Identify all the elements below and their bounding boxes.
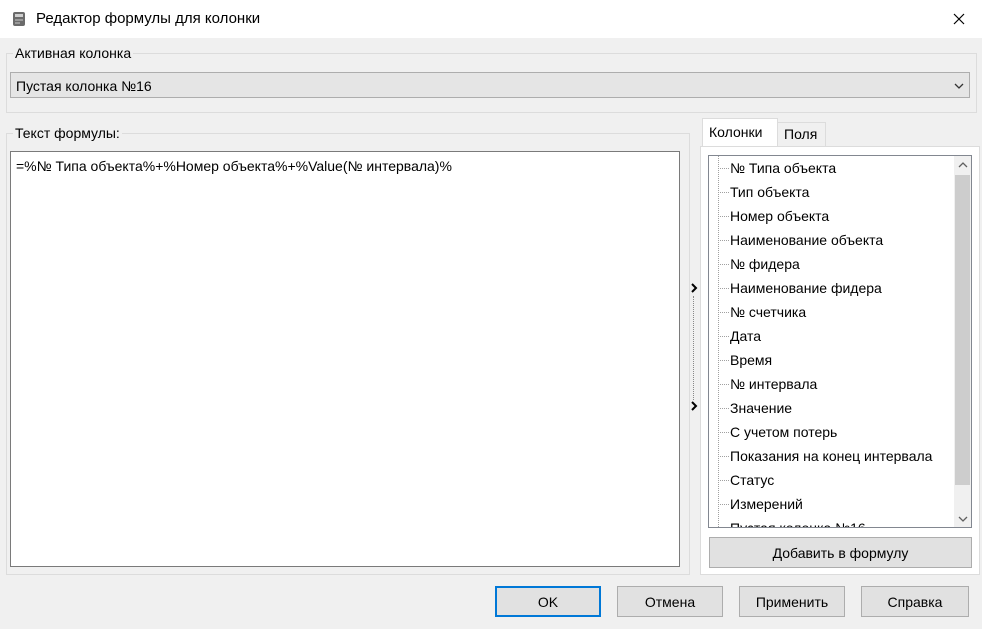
tree-item-label: Наименование фидера <box>730 280 882 296</box>
tree-item-label: Номер объекта <box>730 208 830 224</box>
tree-connector <box>718 456 729 457</box>
splitter-divider <box>693 296 694 400</box>
tree-connector <box>718 384 729 385</box>
tree-item[interactable]: Пустая колонка №16 <box>709 517 955 528</box>
tree-item-label: № интервала <box>730 376 818 392</box>
close-icon <box>953 13 965 25</box>
tree-item[interactable]: Показания на конец интервала <box>709 445 955 469</box>
tree-connector <box>718 504 729 505</box>
add-to-formula-button[interactable]: Добавить в формулу <box>709 537 972 568</box>
cancel-button[interactable]: Отмена <box>617 586 723 617</box>
formula-text: =%№ Типа объекта%+%Номер объекта%+%Value… <box>16 158 452 174</box>
active-column-select[interactable]: Пустая колонка №16 <box>10 72 970 98</box>
window-title: Редактор формулы для колонки <box>36 10 261 27</box>
scroll-up-icon[interactable] <box>954 156 971 173</box>
tree-item[interactable]: Наименование объекта <box>709 229 955 253</box>
formula-label: Текст формулы: <box>13 125 122 141</box>
active-column-label: Активная колонка <box>13 45 134 61</box>
apply-button[interactable]: Применить <box>739 586 845 617</box>
tree-item-label: С учетом потерь <box>730 424 838 440</box>
tree-item-label: Показания на конец интервала <box>730 448 933 464</box>
tree-item-label: № фидера <box>730 256 800 272</box>
columns-tree[interactable]: № Типа объекта Тип объекта Номер объекта На… <box>708 155 972 528</box>
tree-connector <box>718 336 729 337</box>
tree-connector <box>718 360 729 361</box>
tree-connector <box>718 432 729 433</box>
scrollbar-thumb[interactable] <box>955 175 970 485</box>
vertical-scrollbar[interactable] <box>954 156 971 527</box>
tree-item[interactable]: № интервала <box>709 373 955 397</box>
tree-connector <box>718 480 729 481</box>
tree-item[interactable]: С учетом потерь <box>709 421 955 445</box>
tree-item[interactable]: Номер объекта <box>709 205 955 229</box>
tree-item-label: Время <box>730 352 773 368</box>
tree-connector <box>718 216 729 217</box>
tree-item[interactable]: Наименование фидера <box>709 277 955 301</box>
tree-item-label: Пустая колонка №16 <box>730 520 866 528</box>
scroll-down-icon[interactable] <box>954 510 971 527</box>
close-button[interactable] <box>936 0 982 38</box>
tree-item[interactable]: № фидера <box>709 253 955 277</box>
tree-item-label: Тип объекта <box>730 184 810 200</box>
app-icon <box>10 10 28 28</box>
tree-item[interactable]: Тип объекта <box>709 181 955 205</box>
tree-item[interactable]: № счетчика <box>709 301 955 325</box>
active-column-value: Пустая колонка №16 <box>16 78 152 94</box>
tree-item[interactable]: Время <box>709 349 955 373</box>
tree-connector <box>718 240 729 241</box>
tree-connector <box>718 408 729 409</box>
tab-columns[interactable]: Колонки <box>702 118 778 148</box>
tree-connector <box>718 192 729 193</box>
chevron-down-icon <box>953 79 965 95</box>
tree-item-label: № Типа объекта <box>730 160 837 176</box>
arrow-right-icon[interactable] <box>690 282 698 296</box>
tree-item[interactable]: Измерений <box>709 493 955 517</box>
tree-connector <box>718 288 729 289</box>
title-bar: Редактор формулы для колонки <box>0 0 982 38</box>
tree-connector <box>718 312 729 313</box>
tree-item-label: Измерений <box>730 496 803 512</box>
help-button[interactable]: Справка <box>861 586 969 617</box>
tree-item[interactable]: № Типа объекта <box>709 157 955 181</box>
tree-item[interactable]: Дата <box>709 325 955 349</box>
tree-item-label: Наименование объекта <box>730 232 884 248</box>
tree-connector <box>718 168 729 169</box>
tab-fields[interactable]: Поля <box>778 122 826 148</box>
tree-item-label: № счетчика <box>730 304 807 320</box>
tree-item-label: Статус <box>730 472 775 488</box>
ok-button[interactable]: OK <box>495 586 601 617</box>
tree-item[interactable]: Значение <box>709 397 955 421</box>
formula-textarea[interactable]: =%№ Типа объекта%+%Номер объекта%+%Value… <box>10 151 680 567</box>
tree-item-label: Значение <box>730 400 793 416</box>
arrow-right-icon[interactable] <box>690 400 698 414</box>
tree-item[interactable]: Статус <box>709 469 955 493</box>
tree-connector <box>718 264 729 265</box>
splitter[interactable] <box>688 280 700 420</box>
tree-item-label: Дата <box>730 328 762 344</box>
